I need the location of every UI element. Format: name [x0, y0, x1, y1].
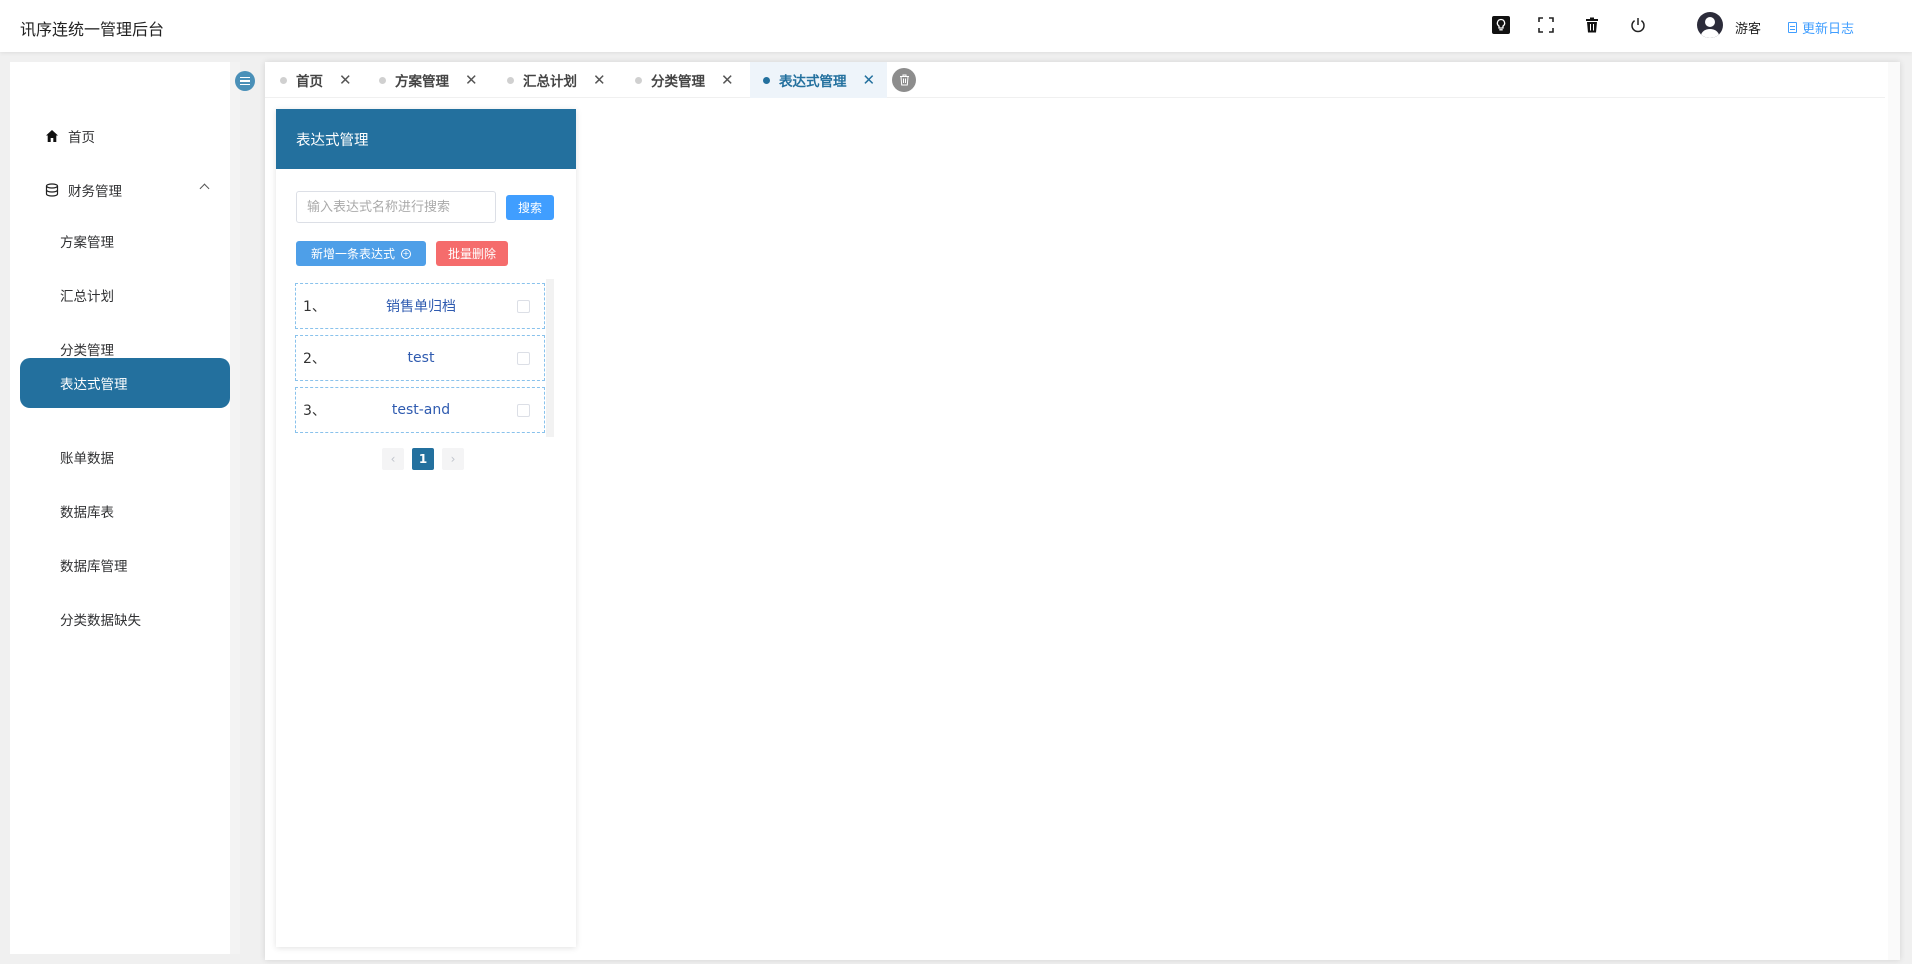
add-circle-icon: +	[401, 248, 411, 259]
power-icon[interactable]	[1628, 15, 1648, 35]
sidebar: 首页 财务管理 方案管理 汇总计划 分类管理 表达式管理 账单数据 数据库表 数…	[10, 62, 240, 954]
close-icon[interactable]: ✕	[593, 72, 606, 88]
sidebar-item-label: 方案管理	[60, 235, 114, 251]
sidebar-item-label: 账单数据	[60, 451, 114, 467]
next-page-button[interactable]: ›	[442, 448, 464, 470]
close-icon[interactable]: ✕	[465, 72, 478, 88]
list-item[interactable]: 2、 test	[295, 335, 545, 381]
menu-icon	[240, 76, 250, 79]
sidebar-item-home[interactable]: 首页	[10, 116, 230, 156]
list-item[interactable]: 3、 test-and	[295, 387, 545, 433]
sidebar-item-label: 汇总计划	[60, 289, 114, 305]
sidebar-item-expression[interactable]: 表达式管理	[20, 358, 230, 408]
trash-icon	[899, 74, 909, 86]
search-input[interactable]	[296, 191, 496, 223]
sidebar-item-label: 分类管理	[60, 343, 114, 359]
sidebar-item-plan[interactable]: 方案管理	[10, 221, 230, 261]
changelog-link[interactable]: 更新日志	[1788, 18, 1854, 37]
trash-icon[interactable]	[1582, 15, 1602, 35]
changelog-label: 更新日志	[1802, 22, 1855, 37]
sidebar-item-missing-category[interactable]: 分类数据缺失	[10, 599, 230, 639]
sidebar-item-label: 首页	[68, 130, 95, 146]
expression-panel: 表达式管理 搜索 新增一条表达式 + 批量删除 1、 销售单归档 2、 test…	[276, 109, 576, 947]
sidebar-item-label: 分类数据缺失	[60, 613, 141, 629]
expression-list: 1、 销售单归档 2、 test 3、 test-and	[295, 279, 557, 437]
list-item[interactable]: 1、 销售单归档	[295, 283, 545, 329]
close-icon[interactable]: ✕	[721, 72, 734, 88]
sidebar-item-label: 数据库表	[60, 505, 114, 521]
chevron-up-icon	[199, 183, 210, 194]
sidebar-item-db-manage[interactable]: 数据库管理	[10, 545, 230, 585]
item-checkbox[interactable]	[517, 403, 530, 417]
app-title: 讯序连统一管理后台	[20, 20, 165, 39]
content-scrollbar[interactable]	[1888, 62, 1900, 960]
main-content: 首页 ✕ 方案管理 ✕ 汇总计划 ✕ 分类管理 ✕ 表达式管理 ✕ 表达式管理	[265, 62, 1900, 960]
document-icon	[1788, 22, 1797, 33]
sidebar-item-label: 数据库管理	[60, 559, 128, 575]
close-all-tabs-button[interactable]	[892, 68, 916, 92]
item-checkbox[interactable]	[517, 351, 530, 365]
database-icon	[44, 182, 60, 198]
sidebar-item-label: 表达式管理	[60, 377, 128, 393]
user-name[interactable]: 游客	[1735, 18, 1761, 37]
add-expression-button[interactable]: 新增一条表达式 +	[296, 241, 426, 266]
menu-collapse-button[interactable]	[235, 71, 255, 91]
tab-plan[interactable]: 方案管理 ✕	[379, 62, 478, 98]
tab-home[interactable]: 首页 ✕	[280, 62, 352, 98]
prev-page-button[interactable]: ‹	[382, 448, 404, 470]
page-number[interactable]: 1	[412, 448, 434, 470]
sidebar-item-summary-plan[interactable]: 汇总计划	[10, 275, 230, 315]
sidebar-item-label: 财务管理	[68, 184, 122, 200]
top-header: 讯序连统一管理后台 游客 更新日志	[0, 0, 1912, 52]
tab-expression[interactable]: 表达式管理 ✕	[750, 62, 888, 98]
home-icon	[44, 128, 60, 144]
tab-summary-plan[interactable]: 汇总计划 ✕	[507, 62, 606, 98]
batch-delete-button[interactable]: 批量删除	[436, 241, 508, 266]
sidebar-scrollbar[interactable]	[230, 62, 240, 954]
sidebar-item-bill-data[interactable]: 账单数据	[10, 437, 230, 477]
avatar[interactable]	[1697, 12, 1723, 38]
search-button[interactable]: 搜索	[506, 195, 554, 220]
panel-title: 表达式管理	[276, 109, 576, 169]
close-icon[interactable]: ✕	[339, 72, 352, 88]
tab-bar: 首页 ✕ 方案管理 ✕ 汇总计划 ✕ 分类管理 ✕ 表达式管理 ✕	[265, 62, 1885, 98]
item-checkbox[interactable]	[517, 299, 530, 313]
sidebar-item-db-tables[interactable]: 数据库表	[10, 491, 230, 531]
tab-category[interactable]: 分类管理 ✕	[635, 62, 734, 98]
bulb-icon[interactable]	[1491, 15, 1511, 35]
sidebar-item-finance[interactable]: 财务管理	[10, 170, 230, 210]
close-icon[interactable]: ✕	[863, 72, 876, 88]
list-scrollbar[interactable]	[546, 279, 554, 437]
pagination: ‹ 1 ›	[382, 448, 464, 470]
fullscreen-icon[interactable]	[1536, 15, 1556, 35]
